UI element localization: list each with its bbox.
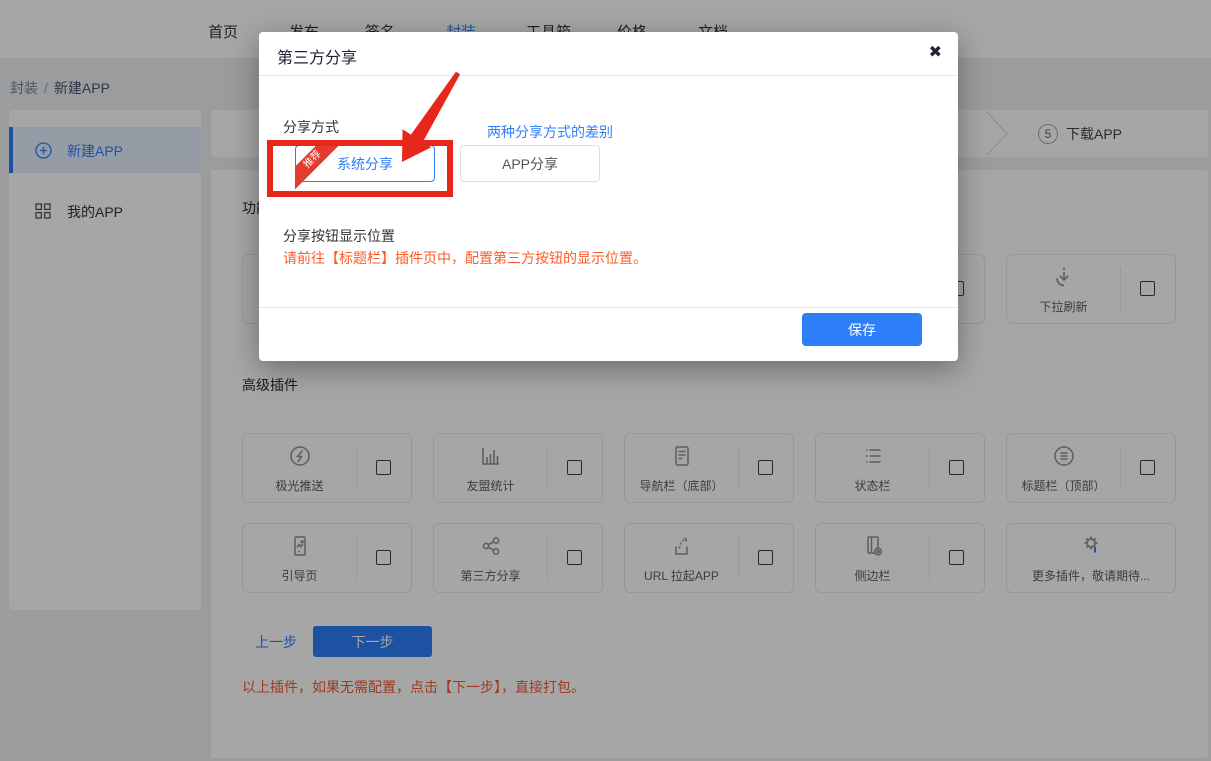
app-packaging-page: 首页 发布 签名 封装 工具箱 价格 文档 封装/新建APP 新建APP 我的A… bbox=[0, 0, 1211, 761]
close-icon[interactable]: ✖ bbox=[929, 42, 942, 62]
share-method-label: 分享方式 bbox=[283, 117, 339, 137]
share-method-diff-link[interactable]: 两种分享方式的差别 bbox=[487, 122, 613, 142]
footer-divider bbox=[259, 307, 958, 308]
recommend-ribbon: 推荐 bbox=[295, 145, 343, 193]
third-party-share-dialog: 第三方分享 ✖ 分享方式 两种分享方式的差别 推荐 系统分享 APP分享 分享按… bbox=[259, 32, 958, 361]
dialog-title: 第三方分享 bbox=[277, 44, 357, 68]
app-share-label: APP分享 bbox=[502, 154, 558, 174]
system-share-option[interactable]: 推荐 系统分享 bbox=[295, 145, 435, 182]
recommend-ribbon-label: 推荐 bbox=[295, 145, 343, 190]
app-share-option[interactable]: APP分享 bbox=[460, 145, 600, 182]
save-button[interactable]: 保存 bbox=[802, 313, 922, 346]
button-position-note: 请前往【标题栏】插件页中，配置第三方按钮的显示位置。 bbox=[283, 248, 647, 268]
button-position-label: 分享按钮显示位置 bbox=[283, 226, 395, 246]
dialog-header: 第三方分享 ✖ bbox=[259, 32, 958, 76]
system-share-label: 系统分享 bbox=[337, 154, 393, 174]
